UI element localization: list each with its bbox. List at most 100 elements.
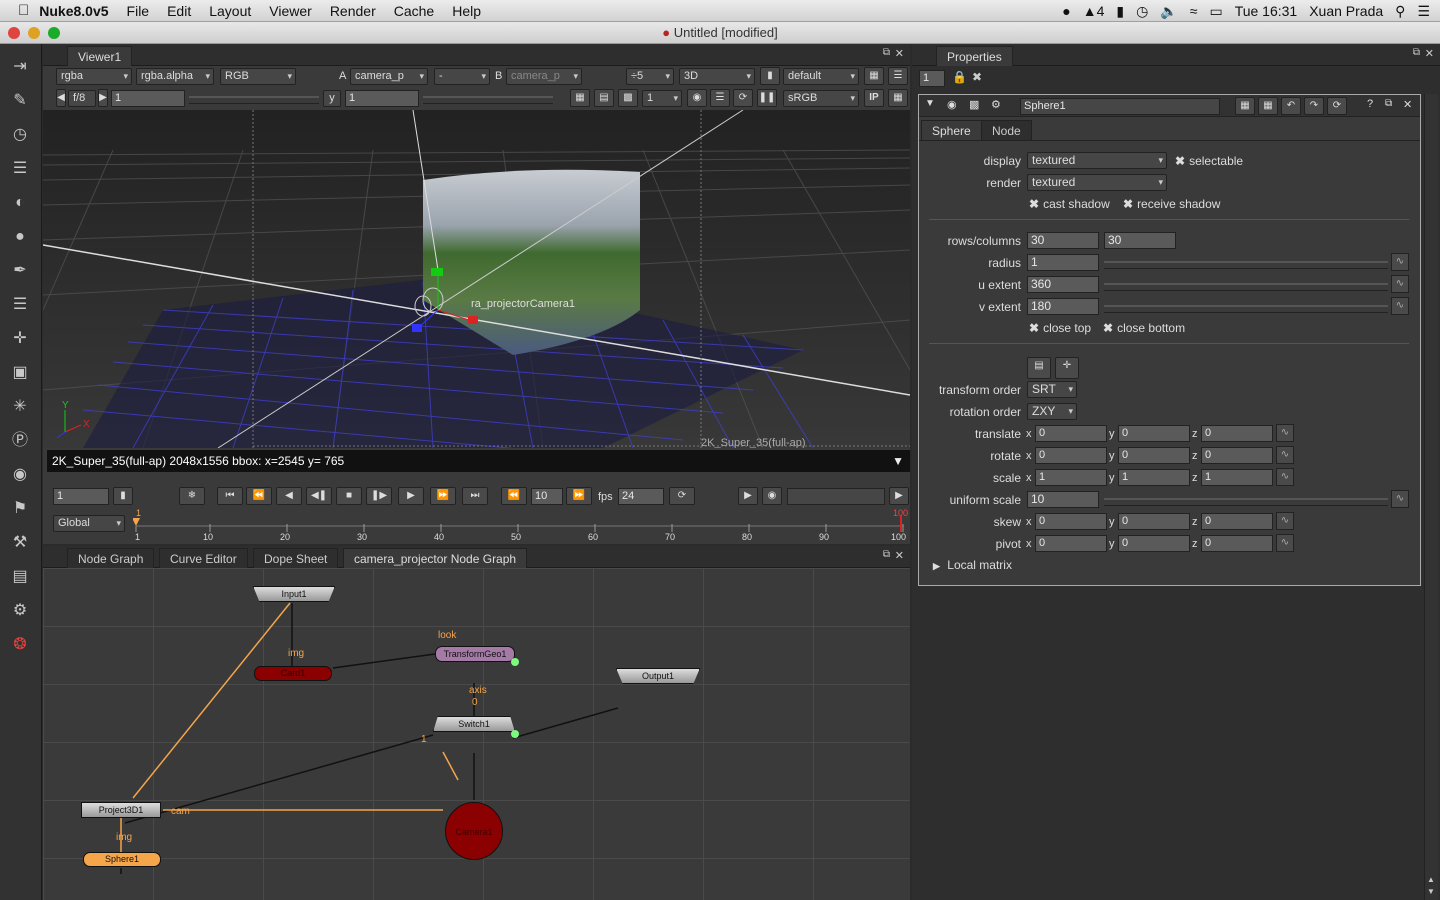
selectable-checkbox[interactable]: ✖ selectable [1175,154,1243,168]
render-dropdown[interactable]: textured [1027,174,1167,191]
roi-icon[interactable]: ▦ [864,67,884,85]
float-nodegraph-icon[interactable]: ⧉ [883,549,890,560]
camera-lock-icon[interactable]: ▮ [760,67,780,85]
pause-icon[interactable]: ❚❚ [757,89,777,107]
undo-arrow-icon[interactable]: ↶ [1281,97,1301,115]
input-process-button[interactable]: IP [864,89,884,107]
clock[interactable]: Tue 16:31 [1235,3,1298,19]
node-name-field[interactable]: Sphere1 [1020,98,1220,115]
skew-animation-icon[interactable]: ∿ [1276,512,1294,530]
lock-range-icon[interactable]: ▮ [113,487,133,505]
transform-tools-icon[interactable]: ✛ [9,328,31,350]
other-tools-icon[interactable]: ⚒ [9,532,31,554]
view-lut-dropdown[interactable]: sRGB [783,90,859,107]
lock-panel-icon[interactable]: 🔒 [952,70,967,84]
skew-x-field[interactable]: 0 [1035,513,1107,530]
playback-status-field[interactable] [787,488,885,505]
u-extent-animation-icon[interactable]: ∿ [1391,275,1409,293]
battery-level-icon[interactable]: ▭ [1209,3,1222,20]
v-extent-animation-icon[interactable]: ∿ [1391,297,1409,315]
next-keyframe-icon[interactable]: ⏩ [430,487,456,505]
redo-arrow-icon[interactable]: ↷ [1304,97,1324,115]
merge-tools-icon[interactable]: ☰ [9,294,31,316]
pivot-animation-icon[interactable]: ∿ [1276,534,1294,552]
translate-x-field[interactable]: 0 [1035,425,1107,442]
revert-icon[interactable]: ▦ [1235,97,1255,115]
alpha-channel-dropdown[interactable]: rgba.alpha [136,68,214,85]
scale-animation-icon[interactable]: ∿ [1276,468,1294,486]
tab-node-graph[interactable]: Node Graph [67,548,155,568]
a-input-dropdown[interactable]: camera_p [350,68,428,85]
last-frame-icon[interactable]: ⏭ [462,487,488,505]
tab-camera-projector-graph[interactable]: camera_projector Node Graph [343,548,528,568]
uniform-scale-animation-icon[interactable]: ∿ [1391,490,1409,508]
gain-field[interactable]: 1 [111,90,185,107]
gain-slider[interactable] [189,90,319,104]
loop-icon[interactable]: ⟳ [669,487,695,505]
minimize-window-button[interactable] [28,27,40,39]
node-input1[interactable]: Input1 [253,586,335,602]
transform-order-dropdown[interactable]: SRT [1027,381,1077,398]
app-menu[interactable]: Nuke8.0v5 [29,3,117,19]
menu-layout[interactable]: Layout [200,3,260,19]
rotate-y-field[interactable]: 0 [1118,447,1190,464]
close-node-icon[interactable]: ✕ [1403,98,1412,111]
node-transformgeo1[interactable]: TransformGeo1 [435,646,515,662]
spotlight-icon[interactable]: ⚲ [1395,3,1405,20]
menu-help[interactable]: Help [443,3,490,19]
receive-shadow-checkbox[interactable]: ✖ receive shadow [1123,197,1220,211]
transform-handle-icon[interactable]: ✛ [1055,357,1079,379]
float-properties-icon[interactable]: ⧉ [1413,47,1420,58]
fstop-field[interactable]: f/8 [68,90,96,107]
refresh-icon[interactable]: ⟳ [733,89,753,107]
nuke-logo-icon[interactable]: ❂ [9,634,31,656]
close-properties-icon[interactable]: ✕ [1425,47,1434,60]
view-mode-dropdown[interactable]: 3D [679,68,755,85]
help-icon[interactable]: ? [1367,98,1373,110]
draw-tools-icon[interactable]: ✎ [9,90,31,112]
fps-field[interactable]: 24 [618,488,664,505]
adobe-icon[interactable]: ▲4 [1083,3,1105,19]
notifications-icon[interactable]: ☰ [1417,3,1430,20]
render-icon[interactable]: ◉ [762,487,782,505]
switch-mask-dot[interactable] [511,730,519,738]
node-switch1[interactable]: Switch1 [433,716,515,732]
tab-sphere[interactable]: Sphere [921,120,982,140]
node-project3d1[interactable]: Project3D1 [81,802,161,818]
menu-edit[interactable]: Edit [158,3,200,19]
color-picker-icon[interactable]: ◉ [947,98,957,111]
colorspace-dropdown[interactable]: RGB [220,68,296,85]
render-region-icon[interactable]: ◉ [687,89,707,107]
filter-tools-icon[interactable]: ● [9,226,31,248]
clip-warning-icon[interactable]: ▦ [570,89,590,107]
skew-y-field[interactable]: 0 [1118,513,1190,530]
monitor-out-icon[interactable]: ▦ [888,89,908,107]
pivot-y-field[interactable]: 0 [1118,535,1190,552]
zoom-window-button[interactable] [48,27,60,39]
step-forward-icon[interactable]: ▶ [398,487,424,505]
time-machine-icon[interactable]: ◷ [1136,3,1148,20]
float-panel-icon[interactable]: ⧉ [883,47,890,58]
particles-tools-icon[interactable]: ✳ [9,396,31,418]
node-output1[interactable]: Output1 [616,668,700,684]
properties-scrollbar[interactable]: ▲ ▼ [1424,94,1438,900]
apple-icon[interactable]:  [0,2,29,19]
rotate-x-field[interactable]: 0 [1035,447,1107,464]
collapse-node-icon[interactable]: ▼ [925,98,935,109]
frame-field[interactable]: 1 [53,488,109,505]
scroll-down-icon[interactable]: ▼ [1427,887,1435,896]
play-backward-icon[interactable]: ◀❚ [306,487,332,505]
scale-x-field[interactable]: 1 [1035,469,1107,486]
stop-icon[interactable]: ■ [336,487,362,505]
fstop-prev-icon[interactable]: ◀ [56,89,66,107]
scale-y-field[interactable]: 1 [1118,469,1190,486]
translate-y-field[interactable]: 0 [1118,425,1190,442]
skew-z-field[interactable]: 0 [1201,513,1273,530]
range-mode-dropdown[interactable]: Global [53,515,125,532]
wifi-icon[interactable]: ≈ [1190,3,1198,19]
color-tools-icon[interactable]: ◐ [9,192,31,214]
radius-animation-icon[interactable]: ∿ [1391,253,1409,271]
rows-field[interactable]: 30 [1027,232,1099,249]
play-forward-icon[interactable]: ❚▶ [366,487,392,505]
furnace-tools-icon[interactable]: ⚙ [9,600,31,622]
